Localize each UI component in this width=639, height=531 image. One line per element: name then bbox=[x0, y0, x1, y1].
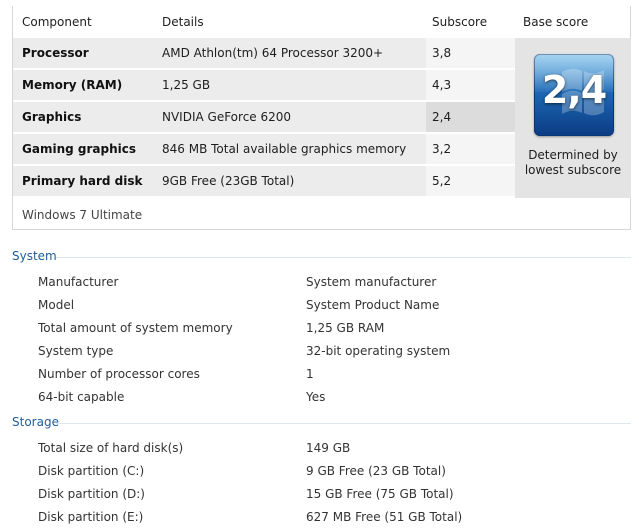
header-subscore: Subscore bbox=[432, 15, 488, 29]
caption-line-1: Determined by bbox=[528, 148, 618, 162]
storage-value: 15 GB Free (75 GB Total) bbox=[306, 487, 454, 501]
component-label: Memory (RAM) bbox=[22, 78, 123, 92]
base-score-caption: Determined by lowest subscore bbox=[515, 148, 631, 178]
storage-key: Total size of hard disk(s) bbox=[38, 441, 184, 455]
score-panel: Component Details Subscore Base score Pr… bbox=[12, 6, 631, 230]
row-memory: Memory (RAM) 1,25 GB 4,3 bbox=[13, 70, 515, 100]
storage-value: 627 MB Free (51 GB Total) bbox=[306, 510, 463, 524]
subscore-value: 2,4 bbox=[432, 110, 452, 124]
storage-value: 149 GB bbox=[306, 441, 351, 455]
system-key: Model bbox=[38, 298, 75, 312]
subscore-cell: 3,8 bbox=[426, 38, 515, 68]
row-primary-hard-disk: Primary hard disk 9GB Free (23GB Total) … bbox=[13, 166, 515, 196]
subscore-cell: 3,2 bbox=[426, 134, 515, 164]
component-details: NVIDIA GeForce 6200 bbox=[162, 110, 292, 124]
header-component: Component bbox=[22, 15, 92, 29]
score-rows: Processor AMD Athlon(tm) 64 Processor 32… bbox=[13, 38, 515, 198]
base-score-badge: 2,4 bbox=[534, 54, 614, 136]
component-label: Graphics bbox=[22, 110, 82, 124]
system-value: System manufacturer bbox=[306, 275, 437, 289]
subscore-value: 5,2 bbox=[432, 174, 452, 188]
row-processor: Processor AMD Athlon(tm) 64 Processor 32… bbox=[13, 38, 515, 68]
component-details: 1,25 GB bbox=[162, 78, 211, 92]
base-score-value: 2,4 bbox=[541, 68, 607, 112]
windows-edition: Windows 7 Ultimate bbox=[22, 208, 143, 222]
component-details: 9GB Free (23GB Total) bbox=[162, 174, 295, 188]
subscore-value: 3,8 bbox=[432, 46, 452, 60]
section-title-storage: Storage bbox=[12, 415, 59, 429]
storage-value: 9 GB Free (23 GB Total) bbox=[306, 464, 446, 478]
subscore-value: 3,2 bbox=[432, 142, 452, 156]
storage-key: Disk partition (E:) bbox=[38, 510, 144, 524]
system-key: Total amount of system memory bbox=[38, 321, 233, 335]
subscore-cell: 4,3 bbox=[426, 70, 515, 100]
row-gaming-graphics: Gaming graphics 846 MB Total available g… bbox=[13, 134, 515, 164]
storage-key: Disk partition (C:) bbox=[38, 464, 145, 478]
component-details: AMD Athlon(tm) 64 Processor 3200+ bbox=[162, 46, 384, 60]
subscore-cell: 5,2 bbox=[426, 166, 515, 196]
system-value: System Product Name bbox=[306, 298, 440, 312]
section-divider bbox=[56, 257, 631, 258]
system-key: Number of processor cores bbox=[38, 367, 200, 381]
system-value: 1 bbox=[306, 367, 314, 381]
system-value: Yes bbox=[306, 390, 326, 404]
table-header: Component Details Subscore Base score bbox=[13, 6, 632, 38]
subscore-cell: 2,4 bbox=[426, 102, 515, 132]
section-title-system: System bbox=[12, 249, 57, 263]
base-score-cell: 2,4 Determined by lowest subscore bbox=[515, 38, 631, 198]
header-details: Details bbox=[162, 15, 204, 29]
system-key: Manufacturer bbox=[38, 275, 119, 289]
caption-line-2: lowest subscore bbox=[524, 163, 622, 177]
component-label: Gaming graphics bbox=[22, 142, 136, 156]
subscore-value: 4,3 bbox=[432, 78, 452, 92]
row-graphics: Graphics NVIDIA GeForce 6200 2,4 bbox=[13, 102, 515, 132]
system-key: System type bbox=[38, 344, 114, 358]
header-base-score: Base score bbox=[523, 15, 589, 29]
component-details: 846 MB Total available graphics memory bbox=[162, 142, 407, 156]
system-value: 1,25 GB RAM bbox=[306, 321, 385, 335]
component-label: Processor bbox=[22, 46, 89, 60]
system-value: 32-bit operating system bbox=[306, 344, 451, 358]
component-label: Primary hard disk bbox=[22, 174, 143, 188]
storage-key: Disk partition (D:) bbox=[38, 487, 145, 501]
system-key: 64-bit capable bbox=[38, 390, 125, 404]
section-divider bbox=[56, 423, 631, 424]
